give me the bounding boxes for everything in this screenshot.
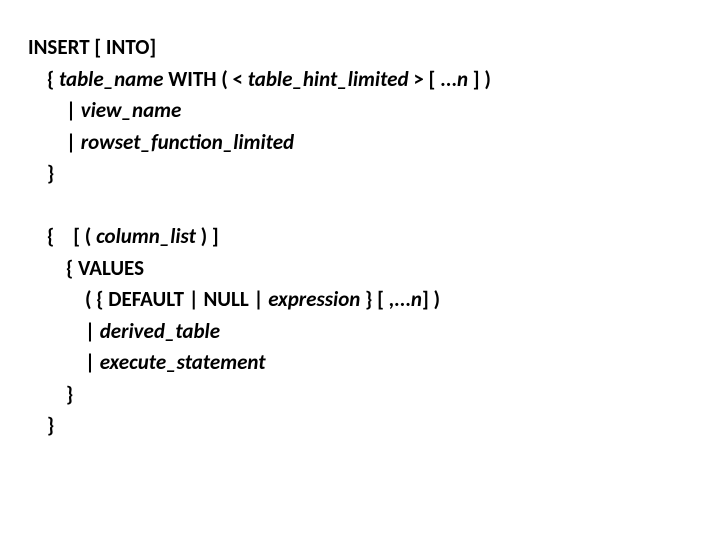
text: ] ) xyxy=(422,286,440,312)
text: WITH ( < xyxy=(163,66,247,92)
identifier: expression xyxy=(268,286,360,312)
syntax-line xyxy=(28,190,720,222)
text: { [ ( xyxy=(28,223,96,249)
syntax-line: } xyxy=(28,410,720,442)
syntax-line: INSERT [ INTO] xyxy=(28,32,720,64)
text: | xyxy=(28,97,81,123)
identifier: table_name xyxy=(59,66,163,92)
syntax-line: | derived_table xyxy=(28,316,720,348)
identifier: table_hint_limited xyxy=(248,66,409,92)
syntax-line: | rowset_function_limited xyxy=(28,127,720,159)
syntax-line: } xyxy=(28,158,720,190)
text: > [ ... xyxy=(409,66,457,92)
identifier: n xyxy=(457,66,468,92)
text: } xyxy=(28,381,73,407)
text: | xyxy=(28,129,81,155)
text: { xyxy=(28,66,59,92)
text: ] ) xyxy=(468,66,491,92)
text: } [ ,... xyxy=(360,286,411,312)
text: ( { DEFAULT | NULL | xyxy=(28,286,268,312)
syntax-line: { table_name WITH ( < table_hint_limited… xyxy=(28,64,720,96)
text: ) ] xyxy=(196,223,219,249)
syntax-line: { VALUES xyxy=(28,253,720,285)
text: INSERT [ INTO] xyxy=(28,34,156,60)
text xyxy=(28,192,33,218)
identifier: derived_table xyxy=(100,318,220,344)
text: } xyxy=(28,160,54,186)
identifier: column_list xyxy=(96,223,196,249)
identifier: view_name xyxy=(81,97,182,123)
syntax-line: } xyxy=(28,379,720,411)
syntax-block: INSERT [ INTO] { table_name WITH ( < tab… xyxy=(28,32,720,442)
text: { VALUES xyxy=(28,255,144,281)
identifier: rowset_function_limited xyxy=(81,129,294,155)
syntax-line: | view_name xyxy=(28,95,720,127)
text: } xyxy=(28,412,54,438)
text: | xyxy=(28,349,100,375)
syntax-line: ( { DEFAULT | NULL | expression } [ ,...… xyxy=(28,284,720,316)
identifier: execute_statement xyxy=(100,349,266,375)
text: | xyxy=(28,318,100,344)
syntax-line: { [ ( column_list ) ] xyxy=(28,221,720,253)
syntax-line: | execute_statement xyxy=(28,347,720,379)
identifier: n xyxy=(411,286,422,312)
